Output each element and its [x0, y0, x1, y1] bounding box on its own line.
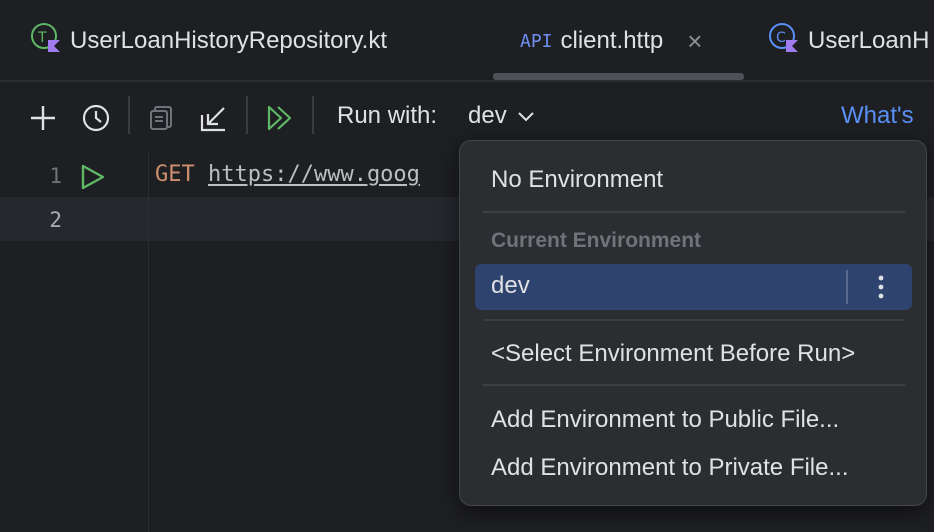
tab-label: UserLoanH: [808, 27, 930, 54]
tab-client-http[interactable]: API client.http ×: [520, 18, 702, 64]
toolbar-separator: [312, 96, 314, 134]
kotlin-class-file-icon: C: [768, 22, 800, 61]
http-method: GET: [155, 162, 195, 187]
menu-separator: [483, 384, 905, 386]
add-request-icon[interactable]: [27, 102, 59, 134]
toolbar-separator: [128, 96, 130, 134]
editor-tab-bar: T UserLoanHistoryRepository.kt API clien…: [0, 0, 934, 80]
menu-separator: [483, 319, 905, 321]
chevron-down-icon: [517, 102, 535, 130]
run-with-label: Run with:: [337, 102, 438, 129]
tab-label: client.http: [560, 27, 664, 54]
svg-text:C: C: [776, 30, 786, 46]
line-number: 2: [49, 208, 62, 232]
menu-item-dev-selected[interactable]: dev: [475, 264, 912, 310]
more-options-icon[interactable]: [871, 271, 891, 303]
svg-text:T: T: [37, 30, 47, 46]
convert-icon[interactable]: [146, 102, 178, 134]
whats-new-link[interactable]: What's: [841, 102, 914, 130]
tab-user-loan-h[interactable]: C UserLoanH: [768, 18, 929, 64]
close-tab-icon[interactable]: ×: [687, 26, 702, 57]
history-icon[interactable]: [80, 102, 112, 134]
gutter-divider: [148, 152, 149, 532]
line-number: 1: [49, 164, 62, 188]
item-separator: [846, 270, 848, 304]
menu-separator: [483, 211, 905, 213]
active-tab-indicator: [493, 73, 744, 80]
menu-item-label: dev: [491, 272, 530, 299]
section-header-current-environment: Current Environment: [491, 229, 702, 252]
toolbar-separator: [246, 96, 248, 134]
menu-item-select-before-run[interactable]: <Select Environment Before Run>: [491, 340, 855, 368]
menu-item-add-private[interactable]: Add Environment to Private File...: [491, 454, 849, 482]
environment-selector[interactable]: dev: [468, 102, 535, 130]
kotlin-test-file-icon: T: [30, 22, 62, 61]
import-icon[interactable]: [198, 102, 230, 134]
menu-item-no-environment[interactable]: No Environment: [491, 166, 663, 194]
request-line: GET https://www.goog: [155, 162, 420, 187]
tab-label: UserLoanHistoryRepository.kt: [70, 27, 388, 54]
tab-user-loan-history-repository[interactable]: T UserLoanHistoryRepository.kt: [30, 18, 387, 64]
environment-dropdown-menu: No Environment Current Environment dev <…: [459, 140, 927, 506]
run-all-icon[interactable]: [264, 102, 296, 134]
environment-value: dev: [468, 102, 507, 129]
request-url[interactable]: https://www.goog: [208, 162, 420, 187]
menu-item-add-public[interactable]: Add Environment to Public File...: [491, 406, 839, 434]
api-file-icon: API: [520, 30, 553, 52]
run-request-icon[interactable]: [80, 163, 106, 196]
